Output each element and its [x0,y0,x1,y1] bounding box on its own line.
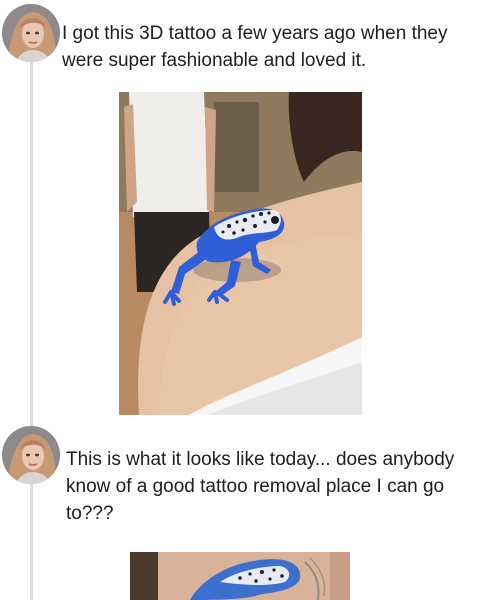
user-avatar[interactable] [2,4,60,62]
thread-connector-line [30,60,33,600]
post-text: I got this 3D tattoo a few years ago whe… [62,23,448,71]
blue-frog-tattoo-photo[interactable] [119,92,362,415]
avatar-image [2,4,60,62]
user-avatar[interactable] [2,426,60,484]
tattoo-photo-image [119,92,362,415]
post-text: This is what it looks like today... does… [66,449,455,524]
avatar-image [2,426,60,484]
tattoo-photo-image [130,552,350,600]
faded-frog-tattoo-photo[interactable] [130,552,350,600]
